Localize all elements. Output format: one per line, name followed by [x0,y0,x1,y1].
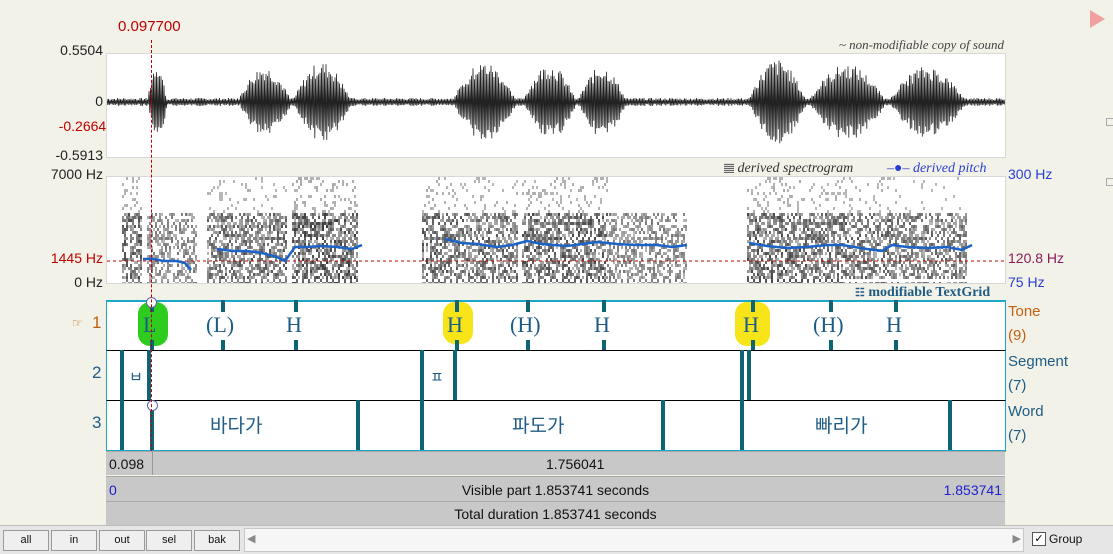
selection-divider [152,452,153,475]
waveform-cursor-value-label: -0.2664– [58,118,114,134]
tone-point-mark[interactable] [751,340,755,350]
pointer-hand-icon: ☞ [72,316,83,330]
textgrid-caption-icon: ☷ [855,287,865,299]
tier-2-number[interactable]: 2 [92,363,101,383]
tier-2-count: (7) [1008,377,1027,394]
pitch-cursor-label: 120.8 Hz [1008,250,1065,266]
word-label[interactable]: 파도가 [512,411,564,438]
visible-part-bar[interactable]: 0 Visible part 1.853741 seconds 1.853741 [106,476,1005,501]
tone-point-mark[interactable] [455,340,459,350]
tone-label[interactable]: H [286,312,302,338]
tone-point-mark[interactable] [751,300,755,312]
word-boundary[interactable] [356,400,360,450]
zoom-out-button[interactable]: out [99,530,145,551]
waveform-caption: ~ non-modifiable copy of sound [838,37,1004,52]
zoom-in-button[interactable]: in [51,530,97,551]
zoom-all-button[interactable]: all [3,530,49,551]
scroll-right-arrow-icon[interactable]: ▶ [1013,532,1021,545]
visible-end: 1.853741 [943,482,1002,498]
spectrogram-fmax-label: 7000 Hz [50,166,103,182]
right-marker [1106,118,1113,126]
segment-boundary[interactable] [453,350,457,400]
zoom-back-button[interactable]: bak [194,530,240,551]
tone-point-mark[interactable] [602,300,606,312]
pitch-min-label: 75 Hz [1008,274,1045,290]
zoom-sel-button[interactable]: sel [146,530,192,551]
tone-point-mark[interactable] [526,340,530,350]
selection-duration: 1.756041 [546,456,605,472]
segment-boundary[interactable] [120,350,124,450]
tone-point-mark[interactable] [894,340,898,350]
tone-point-mark[interactable] [526,300,530,312]
segment-label[interactable]: ㅍ [430,366,444,387]
boundary-handle[interactable] [147,400,158,411]
segment-label[interactable]: ㅂ [129,366,143,387]
tier-tone[interactable] [106,300,1006,351]
pitch-legend: –●– derived pitch [887,161,986,177]
tone-point-mark[interactable] [455,300,459,312]
textgrid-caption-label: modifiable TextGrid [868,285,991,300]
waveform-ymin-label: -0.5913 [55,147,103,163]
scroll-left-arrow-icon[interactable]: ◀ [247,532,255,545]
pitch-legend-label: derived pitch [912,161,987,176]
tier-1-count: (9) [1008,327,1027,344]
spectrogram-panel[interactable] [106,176,1006,284]
pitch-max-label: 300 Hz [1008,166,1053,182]
waveform-ymax-label: 0.5504 [60,42,103,58]
word-boundary[interactable] [948,400,952,450]
spectrogram-legend: derived spectrogram [724,161,853,177]
word-label[interactable]: 바다가 [210,411,262,438]
waveform-panel[interactable] [106,53,1006,158]
tone-label[interactable]: (L) [206,312,234,338]
group-label: Group [1049,532,1083,546]
tier-3-name: Word [1008,403,1044,420]
tone-label[interactable]: H [447,312,463,338]
horizontal-scrollbar[interactable]: ◀ ▶ [244,528,1024,552]
total-duration-label: Total duration 1.853741 seconds [454,506,657,522]
visible-part-label: Visible part 1.853741 seconds [461,482,650,498]
cursor-time-label: 0.097700 [118,18,181,35]
spectrogram-image [107,177,1005,283]
tone-point-mark[interactable] [602,340,606,350]
tone-label[interactable]: (H) [510,312,541,338]
tone-label[interactable]: L [143,312,156,338]
waveform-zero-label: 0 [95,93,103,109]
tier-1-name: Tone [1008,303,1041,320]
tone-point-mark[interactable] [829,300,833,312]
tier-3-count: (7) [1008,427,1027,444]
total-duration-bar[interactable]: Total duration 1.853741 seconds [106,501,1005,525]
spectrogram-legend-label: derived spectrogram [737,161,854,176]
tone-label[interactable]: (H) [813,312,844,338]
segment-boundary[interactable] [747,350,751,400]
selection-start-time: 0.098 [109,456,145,472]
tier-2-name: Segment [1008,353,1069,370]
segment-boundary[interactable] [740,350,744,450]
tone-point-mark[interactable] [221,300,225,312]
tier-1-number[interactable]: 1 [92,313,101,333]
right-marker [1106,178,1113,186]
spectrogram-cursor-freq-label: 1445 Hz [50,250,103,266]
spectrogram-legend-icon [724,163,734,173]
tone-point-mark[interactable] [221,340,225,350]
selection-bar[interactable]: 0.098 1.756041 [106,451,1005,475]
word-boundary[interactable] [661,400,665,450]
pitch-legend-icon: –●– [887,161,910,176]
spectrogram-fmin-label: 0 Hz [74,274,103,290]
tone-label[interactable]: H [743,312,759,338]
tier-segment[interactable] [106,350,1006,400]
segment-boundary[interactable] [420,350,424,450]
tone-point-mark[interactable] [829,340,833,350]
textgrid-caption: ☷ modifiable TextGrid [855,285,990,301]
tone-point-mark[interactable] [294,300,298,312]
play-triangle-icon[interactable] [1090,10,1105,28]
tone-point-mark[interactable] [294,340,298,350]
tone-label[interactable]: H [886,312,902,338]
tone-label[interactable]: H [594,312,610,338]
cursor-line[interactable] [151,40,152,452]
tier-3-number[interactable]: 3 [92,413,101,433]
group-checkbox[interactable]: ✓ [1032,532,1046,546]
tone-point-mark[interactable] [894,300,898,312]
waveform-trace [107,60,1005,144]
word-label[interactable]: 빠리가 [815,411,867,438]
